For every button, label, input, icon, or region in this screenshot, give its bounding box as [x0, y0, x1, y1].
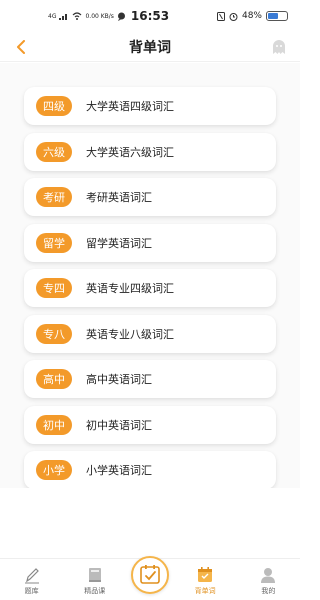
vocab-item-label: 大学英语六级词汇: [86, 145, 174, 159]
level-badge: 专四: [36, 278, 72, 298]
checklist-icon: [140, 565, 160, 584]
nav-item-question-bank[interactable]: 题库: [2, 565, 62, 596]
vocab-list: 四级 大学英语四级词汇 六级 大学英语六级词汇 考研 考研英语词汇 留学 留学英…: [0, 63, 300, 488]
nav-label: 精品课: [84, 587, 106, 595]
vocab-item-label: 高中英语词汇: [86, 373, 152, 386]
level-badge: 高中: [36, 369, 72, 389]
vocab-item-high-school[interactable]: 高中 高中英语词汇: [24, 360, 276, 398]
level-badge: 初中: [36, 414, 72, 435]
status-bar: 4G 0.00 KB/s 16:53 48%: [0, 0, 300, 32]
book-icon: [88, 568, 101, 582]
level-badge: 小学: [36, 460, 72, 480]
vocab-item-kaoyan[interactable]: 考研 考研英语词汇: [24, 178, 276, 216]
calendar-icon: [198, 567, 213, 582]
content-area: 四级 大学英语四级词汇 六级 大学英语六级词汇 考研 考研英语词汇 留学 留学英…: [0, 63, 300, 488]
vocab-item-tem4[interactable]: 专四 英语专业四级词汇: [24, 269, 276, 307]
nav-item-premium-courses[interactable]: 精品课: [65, 565, 125, 596]
nav-item-vocabulary[interactable]: 背单词: [175, 565, 235, 596]
vocab-item-label: 大学英语四级词汇: [86, 100, 174, 113]
chevron-left-icon: [17, 40, 25, 54]
vocab-item-middle-school[interactable]: 初中 初中英语词汇: [24, 405, 276, 444]
person-icon: [261, 568, 276, 583]
nav-label: 我的: [261, 587, 276, 595]
nav-label: 背单词: [194, 587, 216, 595]
vocab-item-label: 英语专业八级词汇: [86, 327, 174, 341]
vocab-item-cet4[interactable]: 四级 大学英语四级词汇: [24, 87, 276, 125]
vocab-item-study-abroad[interactable]: 留学 留学英语词汇: [24, 223, 276, 262]
nav-label: 题库: [24, 587, 39, 595]
vocab-item-tem8[interactable]: 专八 英语专业八级词汇: [24, 314, 276, 353]
vocab-item-cet6[interactable]: 六级 大学英语六级词汇: [24, 132, 276, 171]
vocab-item-label: 考研英语词汇: [86, 191, 152, 204]
level-badge: 留学: [36, 232, 72, 253]
header-bar: 背单词: [0, 32, 300, 62]
status-time: 16:53: [130, 9, 170, 23]
level-badge: 专八: [36, 323, 72, 344]
level-badge: 六级: [36, 141, 72, 162]
level-badge: 四级: [36, 96, 72, 116]
battery-icon: [266, 11, 288, 21]
level-badge: 考研: [36, 187, 72, 207]
page-title: 背单词: [129, 39, 171, 56]
vocab-item-label: 小学英语词汇: [86, 464, 152, 477]
back-button[interactable]: [10, 36, 32, 58]
vocab-item-label: 留学英语词汇: [86, 236, 152, 250]
vocab-item-primary-school[interactable]: 小学 小学英语词汇: [24, 451, 276, 488]
vocab-item-label: 初中英语词汇: [86, 418, 152, 432]
ghost-icon[interactable]: [270, 38, 288, 56]
vocab-item-label: 英语专业四级词汇: [86, 282, 174, 295]
pencil-icon: [24, 568, 39, 584]
center-checklist-button[interactable]: [131, 556, 169, 594]
nav-item-profile[interactable]: 我的: [238, 565, 298, 596]
blank-area: [0, 488, 300, 558]
